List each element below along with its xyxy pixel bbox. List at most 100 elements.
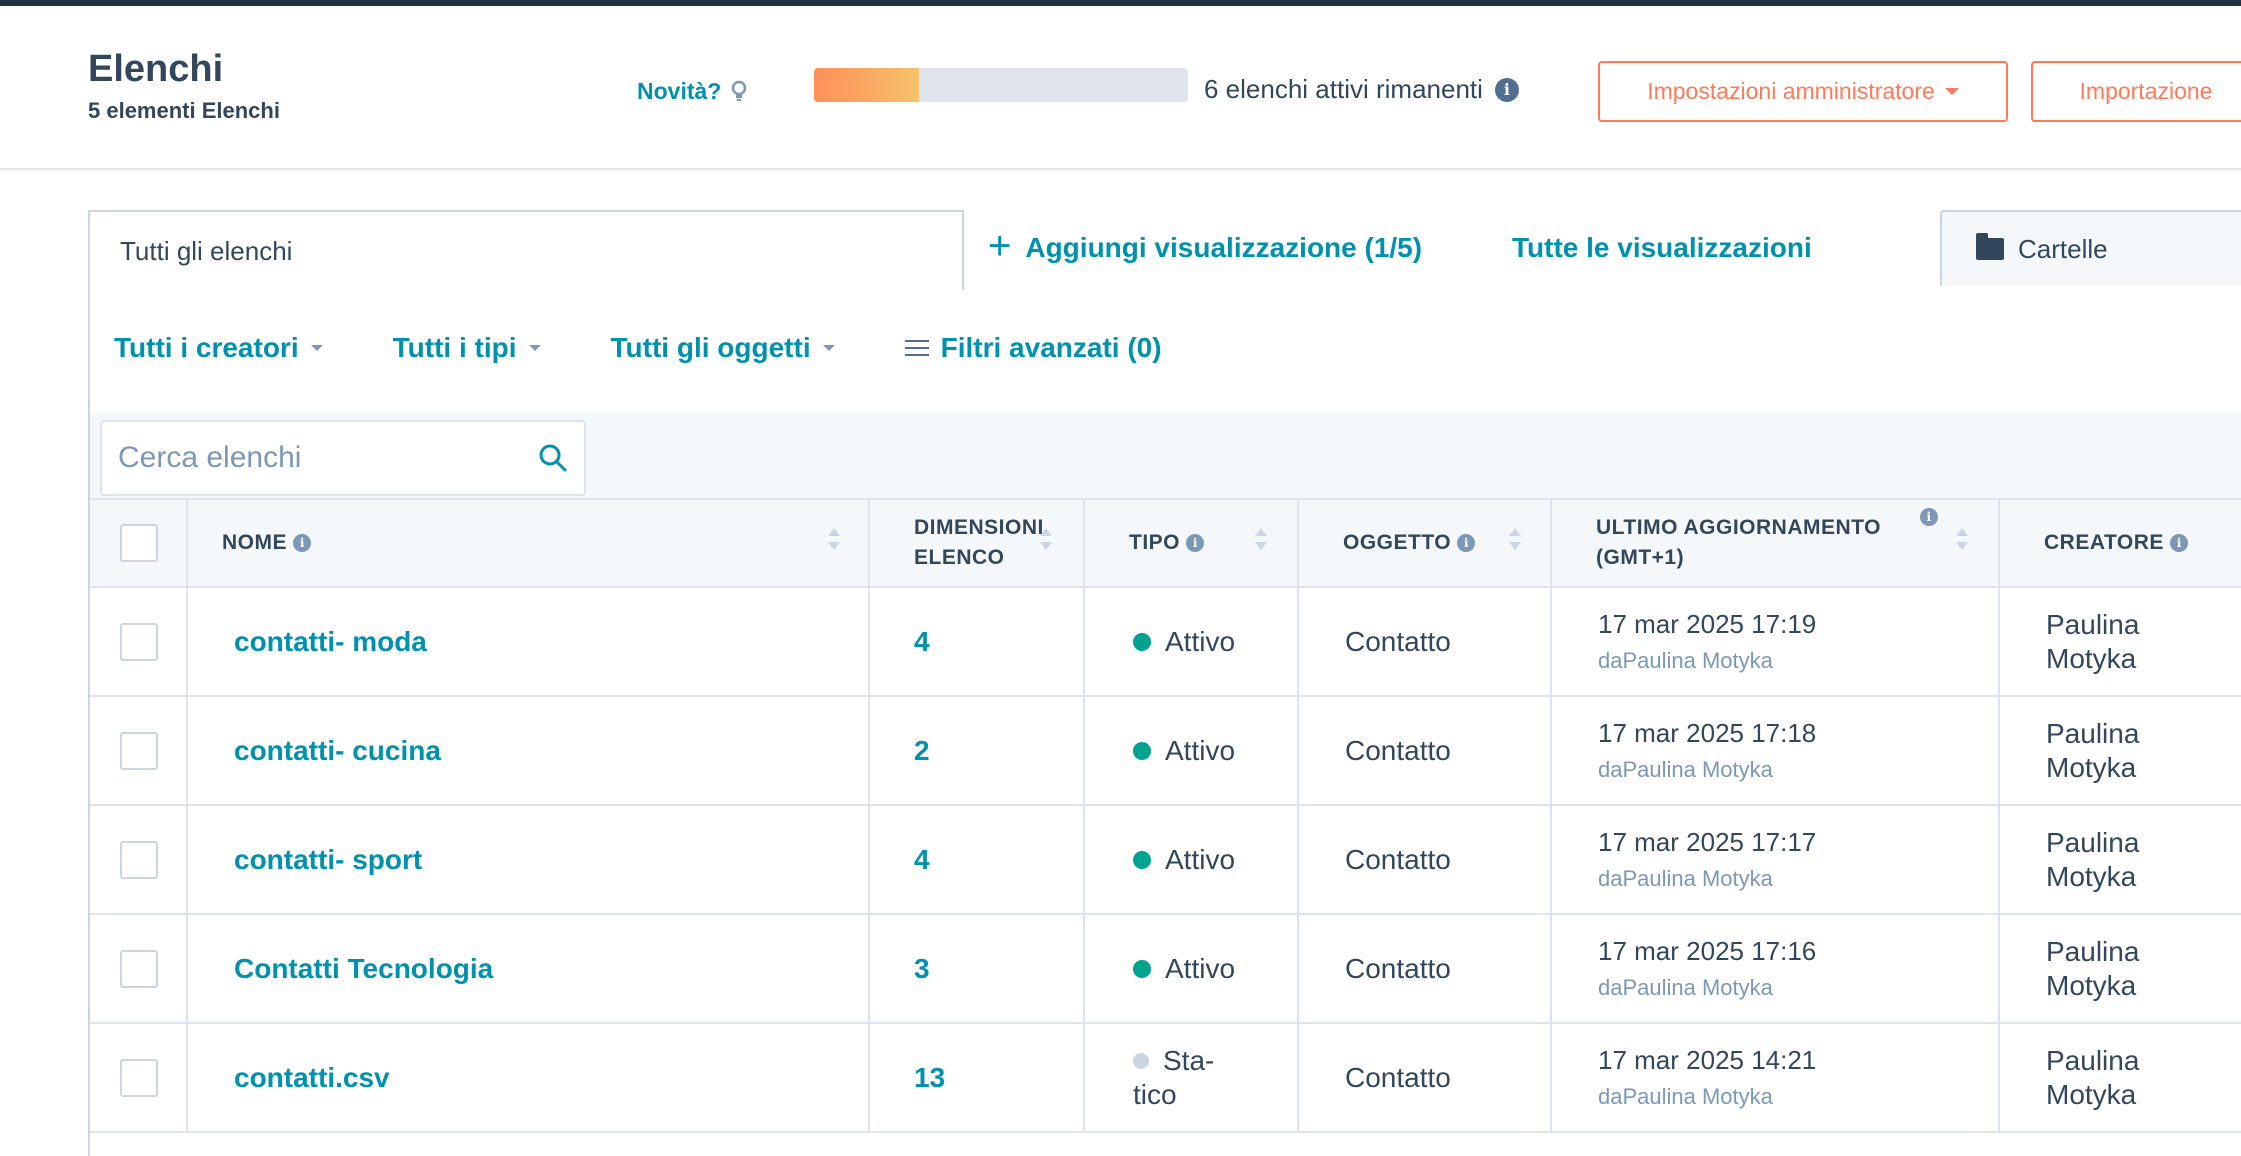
remaining-text: 6 elenchi attivi rimanenti [1204, 74, 1483, 104]
list-object: Contatto [1345, 734, 1451, 766]
folder-icon [1976, 233, 2004, 260]
updated-by: daPaulina Motyka [1598, 1084, 1773, 1109]
all-views-link[interactable]: Tutte le visualizzazioni [1512, 232, 1812, 264]
updated-date: 17 mar 2025 14:21 [1598, 1045, 1817, 1075]
updated-by: daPaulina Motyka [1598, 648, 1773, 673]
page-header: Elenchi 5 elementi Elenchi Novità? 6 ele… [0, 6, 2241, 170]
news-link[interactable]: Novità? [637, 78, 747, 105]
info-icon[interactable]: i [293, 534, 312, 553]
caret-down-icon [528, 345, 541, 351]
list-creator: Paulina Motyka [2012, 826, 2237, 894]
list-size-link[interactable]: 3 [882, 953, 930, 984]
column-size[interactable]: DIMENSIONI ELENCO [868, 498, 1085, 588]
usage-bar-fill [814, 68, 919, 102]
creators-filter-label: Tutti i creatori [114, 332, 299, 363]
sort-icon[interactable] [1509, 526, 1521, 558]
list-usage-bar [814, 68, 1188, 102]
updated-date: 17 mar 2025 17:16 [1598, 936, 1817, 966]
creator-last-name: Motyka [2046, 969, 2137, 1001]
list-name-link[interactable]: contatti- moda [200, 626, 856, 658]
creator-first-name: Paulina [2046, 826, 2140, 858]
updated-date: 17 mar 2025 17:17 [1598, 827, 1817, 857]
table-row[interactable]: Contatti Tecnologia 3 Attivo Contatto 17… [90, 913, 2241, 1024]
plus-icon: + [988, 224, 1012, 268]
list-creator: Paulina Motyka [2012, 935, 2237, 1003]
list-type-label: Attivo [1165, 734, 1236, 766]
list-creator: Paulina Motyka [2012, 1044, 2237, 1112]
column-updated[interactable]: ULTIMO AGGIORNAMENTO (GMT+1) i [1550, 498, 2000, 588]
creator-first-name: Paulina [2046, 717, 2140, 749]
search-icon[interactable] [538, 443, 568, 473]
list-name-link[interactable]: contatti.csv [200, 1062, 856, 1094]
table-row[interactable]: contatti- sport 4 Attivo Contatto 17 mar… [90, 804, 2241, 915]
list-name-link[interactable]: Contatti Tecnologia [200, 953, 856, 985]
info-icon[interactable]: i [1186, 534, 1205, 553]
list-type: Attivo [1097, 953, 1285, 985]
list-type-label: Attivo [1165, 843, 1236, 875]
remaining-lists: 6 elenchi attivi rimanenti i [1204, 74, 1519, 105]
list-size-link[interactable]: 4 [882, 844, 930, 875]
column-creator[interactable]: CREATORE i [1998, 498, 2241, 588]
info-icon[interactable]: i [1920, 508, 1938, 526]
admin-settings-label: Impostazioni amministratore [1647, 78, 1935, 104]
list-object: Contatto [1345, 843, 1451, 875]
objects-filter[interactable]: Tutti gli oggetti [611, 332, 835, 364]
creator-first-name: Paulina [2046, 935, 2140, 967]
row-checkbox[interactable] [120, 949, 158, 988]
sort-icon[interactable] [1040, 526, 1052, 558]
column-object[interactable]: OGGETTO i [1297, 498, 1552, 588]
lightbulb-icon [732, 80, 747, 101]
item-count: 5 elementi Elenchi [88, 98, 280, 123]
info-icon[interactable]: i [1494, 77, 1519, 102]
column-type[interactable]: TIPO i [1083, 498, 1299, 588]
row-checkbox[interactable] [120, 840, 158, 879]
row-checkbox[interactable] [120, 1058, 158, 1097]
updated-date: 17 mar 2025 17:18 [1598, 718, 1817, 748]
tab-all-lists[interactable]: Tutti gli elenchi [88, 210, 964, 290]
search-band [90, 412, 2241, 500]
table-row[interactable]: contatti.csv 13 Sta-tico Contatto 17 mar… [90, 1022, 2241, 1133]
sort-icon[interactable] [828, 526, 840, 558]
import-button[interactable]: Importazione [2031, 61, 2241, 122]
list-type: Attivo [1097, 735, 1285, 767]
row-checkbox[interactable] [120, 731, 158, 770]
list-type-label: Attivo [1165, 952, 1236, 984]
sort-icon[interactable] [1956, 526, 1968, 558]
advanced-filters-label: Filtri avanzati (0) [940, 332, 1162, 363]
folders-tab[interactable]: Cartelle [1940, 210, 2241, 288]
creator-first-name: Paulina [2046, 1044, 2140, 1076]
list-size-link[interactable]: 4 [882, 626, 930, 657]
table-row[interactable]: contatti- cucina 2 Attivo Contatto 17 ma… [90, 695, 2241, 806]
list-type-label-line2: tico [1133, 1078, 1177, 1110]
column-name-label: NOME [222, 531, 287, 554]
list-type: Attivo [1097, 626, 1285, 658]
list-name-link[interactable]: contatti- cucina [200, 735, 856, 767]
admin-settings-button[interactable]: Impostazioni amministratore [1598, 61, 2008, 122]
column-name[interactable]: NOME i [186, 498, 870, 588]
info-icon[interactable]: i [1457, 534, 1476, 553]
list-object: Contatto [1345, 952, 1451, 984]
table-row[interactable]: contatti- moda 4 Attivo Contatto 17 mar … [90, 586, 2241, 697]
page-title: Elenchi [88, 48, 224, 90]
list-name-link[interactable]: contatti- sport [200, 844, 856, 876]
list-size-link[interactable]: 2 [882, 735, 930, 766]
advanced-filters-button[interactable]: Filtri avanzati (0) [904, 332, 1162, 364]
row-checkbox[interactable] [120, 622, 158, 661]
creator-last-name: Motyka [2046, 642, 2137, 674]
list-type-label: Attivo [1165, 625, 1236, 657]
search-input[interactable] [118, 441, 498, 475]
sort-icon[interactable] [1255, 526, 1267, 558]
add-view-button[interactable]: + Aggiungi visualizzazione (1/5) [988, 226, 1422, 266]
creators-filter[interactable]: Tutti i creatori [114, 332, 323, 364]
types-filter[interactable]: Tutti i tipi [393, 332, 541, 364]
lists-panel: Tutti i creatori Tutti i tipi Tutti gli … [88, 286, 2241, 1156]
info-icon[interactable]: i [2170, 534, 2189, 553]
column-creator-label: CREATORE [2044, 531, 2164, 554]
objects-filter-label: Tutti gli oggetti [610, 332, 811, 363]
list-type: Sta-tico [1097, 1044, 1285, 1112]
caret-down-icon [1944, 88, 1959, 95]
list-size-link[interactable]: 13 [882, 1062, 945, 1093]
active-status-dot [1133, 741, 1151, 760]
active-status-dot [1133, 959, 1151, 978]
select-all-checkbox[interactable] [120, 524, 158, 562]
